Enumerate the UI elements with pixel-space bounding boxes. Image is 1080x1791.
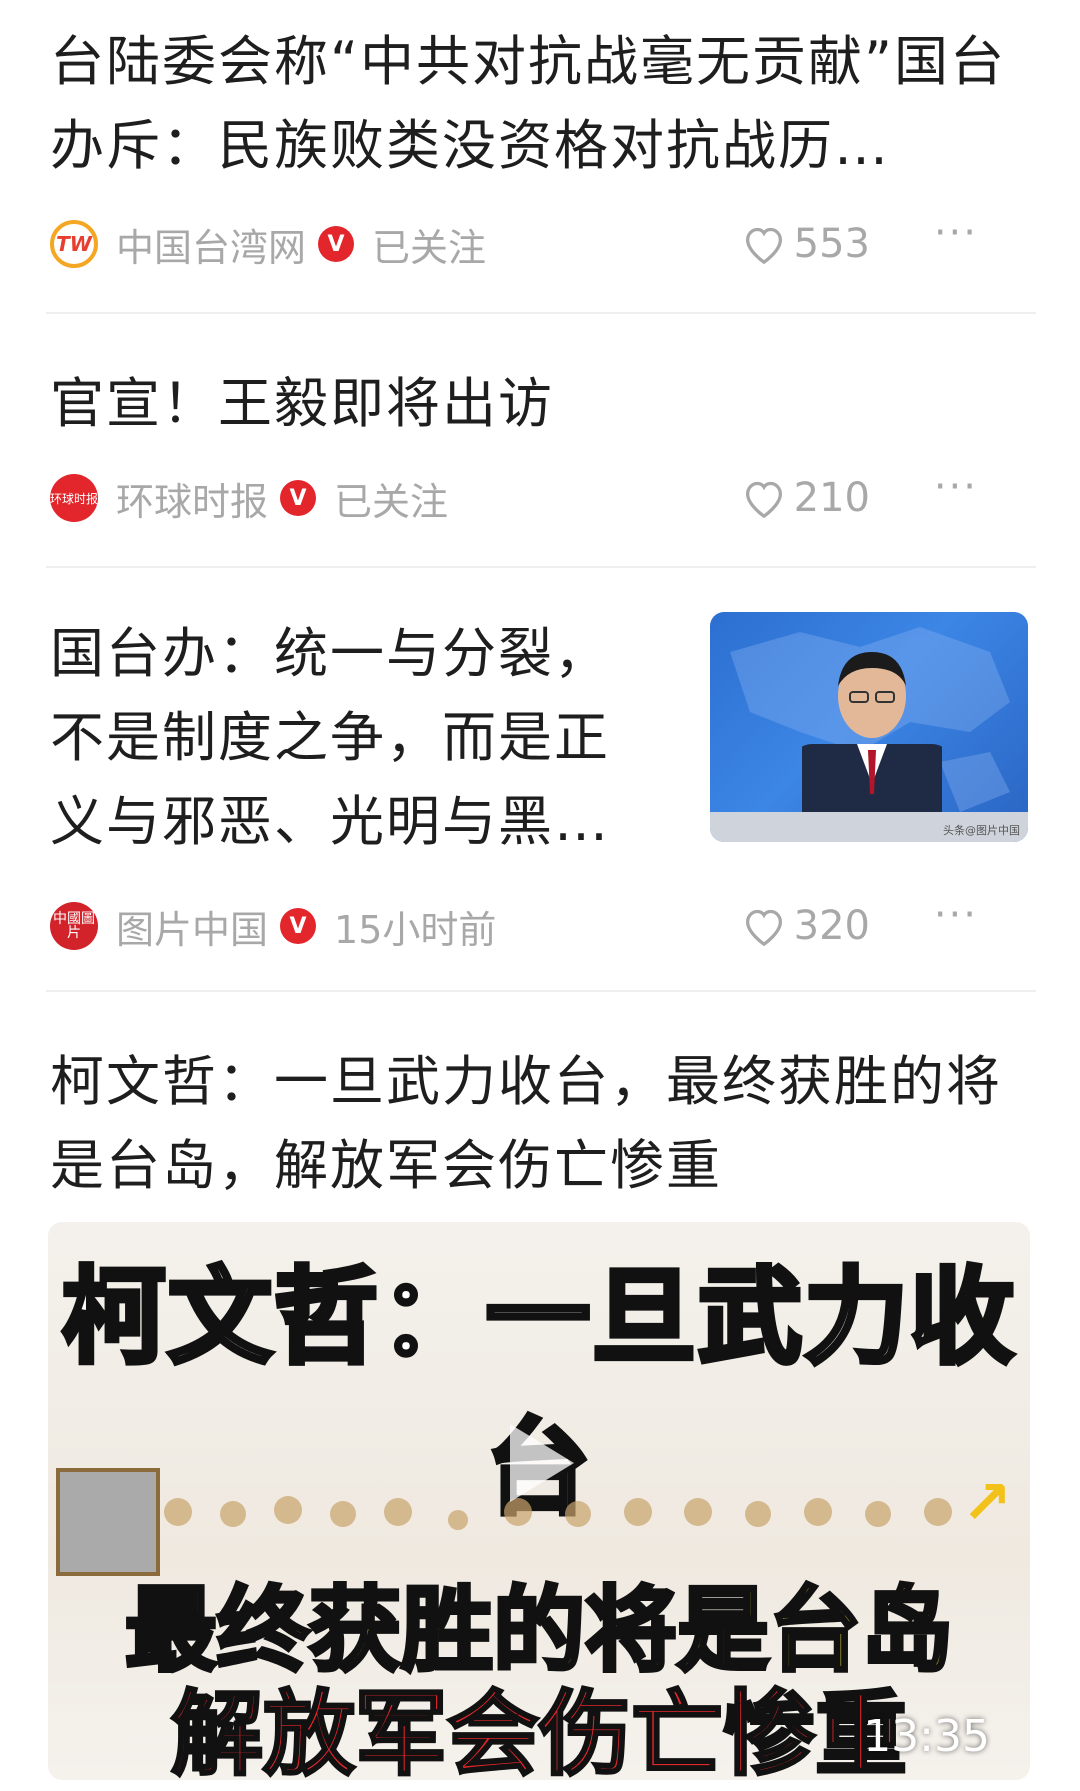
decorative-dots xyxy=(164,1496,952,1530)
verified-badge-icon: V xyxy=(280,908,317,944)
video-duration: 13:35 xyxy=(863,1711,990,1762)
article-meta: TW 中国台湾网 V 已关注 553 ··· xyxy=(50,210,1030,272)
divider xyxy=(46,566,1036,568)
source-avatar[interactable]: TW xyxy=(50,220,98,268)
article-meta: 环球时报 环球时报 V 已关注 210 ··· xyxy=(50,464,1030,526)
more-dots-icon[interactable]: ··· xyxy=(934,210,978,256)
heart-outline-icon xyxy=(745,909,782,946)
cursor-icon: ↗ xyxy=(961,1468,1012,1538)
verified-badge-icon: V xyxy=(318,226,355,262)
like-count: 320 xyxy=(793,903,870,949)
thumbnail-watermark: 头条@图片中国 xyxy=(943,824,1020,837)
divider xyxy=(46,312,1036,314)
article-meta: 中國圖片 图片中国 V 15小时前 320 ··· xyxy=(50,892,1030,954)
like-button[interactable]: 553 xyxy=(742,221,870,267)
like-count: 553 xyxy=(793,221,870,267)
article-title[interactable]: 柯文哲：一旦武力收台，最终获胜的将是台岛，解放军会伤亡惨重 xyxy=(50,1040,1040,1208)
like-button[interactable]: 210 xyxy=(742,475,870,521)
play-icon[interactable] xyxy=(500,1418,580,1508)
divider xyxy=(46,990,1036,992)
source-name[interactable]: 中国台湾网 xyxy=(116,217,306,272)
publish-time: 15小时前 xyxy=(334,907,497,952)
source-name[interactable]: 环球时报 xyxy=(116,471,268,526)
article-title[interactable]: 台陆委会称“中共对抗战毫无贡献”国台办斥：民族败类没资格对抗战历… xyxy=(50,20,1040,188)
source-name[interactable]: 图片中国 xyxy=(116,899,268,954)
heart-outline-icon xyxy=(745,227,782,264)
heart-outline-icon xyxy=(745,481,782,518)
like-button[interactable]: 320 xyxy=(742,903,870,949)
verified-badge-icon: V xyxy=(280,480,317,516)
news-feed: 台陆委会称“中共对抗战毫无贡献”国台办斥：民族败类没资格对抗战历… TW 中国台… xyxy=(0,0,1080,1791)
source-avatar[interactable]: 环球时报 xyxy=(50,474,98,522)
follow-status[interactable]: 已关注 xyxy=(334,471,448,526)
more-dots-icon[interactable]: ··· xyxy=(934,464,978,510)
like-count: 210 xyxy=(793,475,870,521)
article-thumbnail[interactable]: 头条@图片中国 xyxy=(710,612,1028,842)
video-player[interactable]: 柯文哲：一旦武力收台 ↗ 最终获胜的将是台岛 解放军会伤亡惨重 13:35 xyxy=(48,1222,1030,1780)
article-title[interactable]: 国台办：统一与分裂，不是制度之争，而是正义与邪恶、光明与黑… xyxy=(50,612,650,864)
more-dots-icon[interactable]: ··· xyxy=(934,892,978,938)
follow-status[interactable]: 已关注 xyxy=(372,217,486,272)
article-title[interactable]: 官宣！王毅即将出访 xyxy=(50,362,1040,446)
source-avatar[interactable]: 中國圖片 xyxy=(50,902,98,950)
spokesperson-image xyxy=(802,652,942,824)
